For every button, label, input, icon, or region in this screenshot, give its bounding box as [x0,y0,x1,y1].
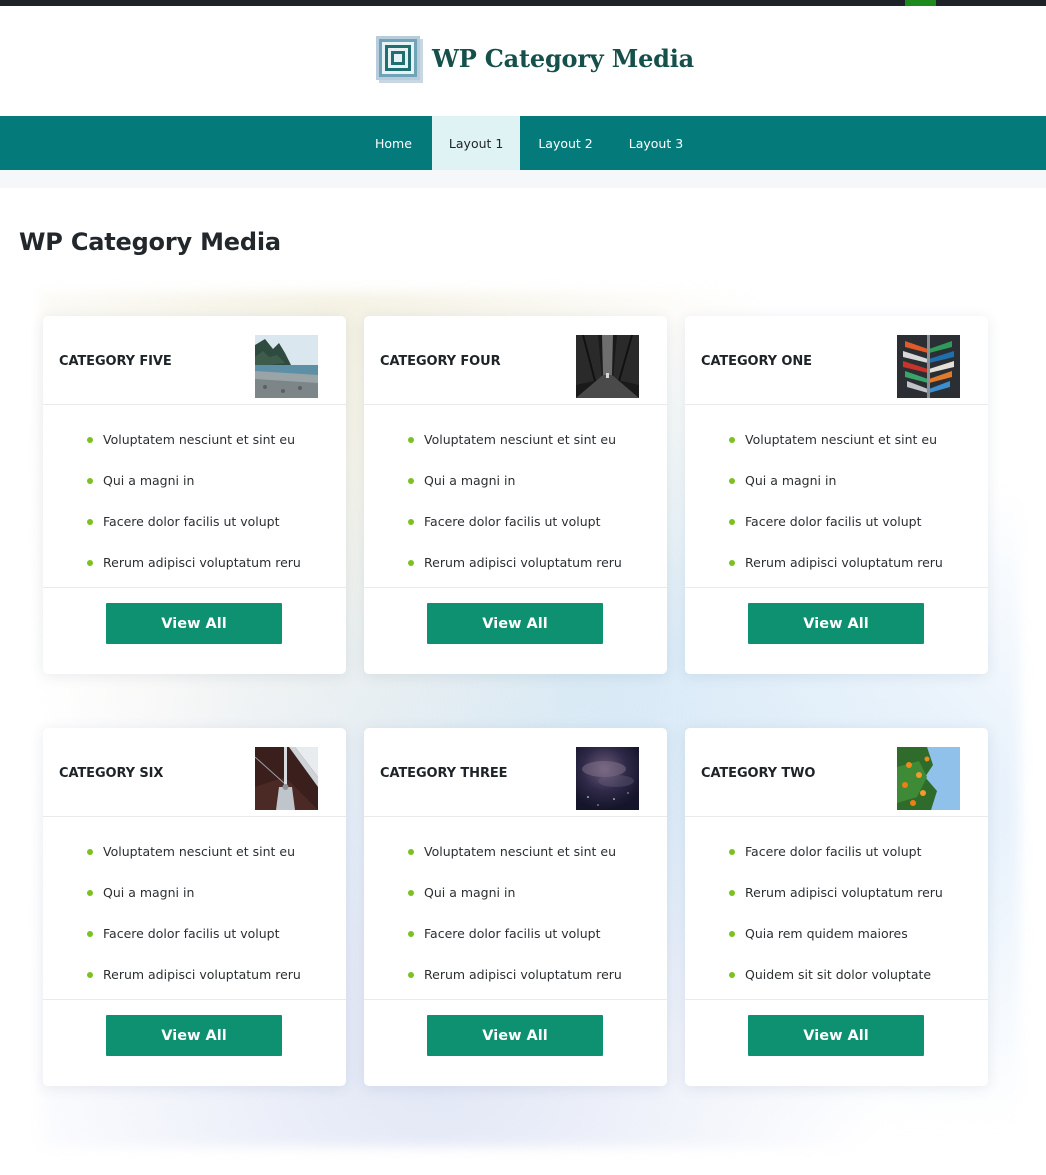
card-title[interactable]: CATEGORY FOUR [380,354,501,369]
bullet-icon [408,972,414,978]
list-item[interactable]: Voluptatem nesciunt et sint eu [408,844,616,859]
list-item[interactable]: Voluptatem nesciunt et sint eu [408,432,616,447]
list-item[interactable]: Facere dolor facilis ut volupt [408,926,601,941]
list-item[interactable]: Qui a magni in [87,885,194,900]
bullet-icon [87,560,93,566]
header-divider-strip [0,170,1046,188]
bullet-icon [87,931,93,937]
nav-item-layout-3[interactable]: Layout 3 [611,116,701,170]
list-item[interactable]: Qui a magni in [87,473,194,488]
logo-mark-icon [376,33,426,83]
bullet-icon [87,519,93,525]
list-item[interactable]: Facere dolor facilis ut volupt [729,514,922,529]
site-logo[interactable]: WP Category Media [376,33,694,83]
bullet-icon [729,972,735,978]
list-item[interactable]: Rerum adipisci voluptatum reru [729,555,943,570]
list-item[interactable]: Qui a magni in [408,473,515,488]
list-item[interactable]: Qui a magni in [408,885,515,900]
view-all-button[interactable]: View All [748,603,924,644]
bullet-icon [87,849,93,855]
category-card-two: CATEGORY TWO Facere dolor facilis ut vol… [685,728,988,1086]
list-item[interactable]: Voluptatem nesciunt et sint eu [87,844,295,859]
category-card-four: CATEGORY FOUR Voluptatem nesciunt et sin… [364,316,667,674]
card-header: CATEGORY TWO [685,728,988,817]
card-item-list: Facere dolor facilis ut volupt Rerum adi… [685,817,988,1000]
bullet-icon [408,519,414,525]
bullet-icon [729,560,735,566]
bullet-icon [87,478,93,484]
nav-item-layout-2[interactable]: Layout 2 [520,116,610,170]
site-header: WP Category Media [0,6,1046,116]
main-nav: Home Layout 1 Layout 2 Layout 3 [0,116,1046,170]
card-title[interactable]: CATEGORY THREE [380,766,508,781]
bullet-icon [87,890,93,896]
beach-coast-image[interactable] [255,335,318,398]
list-item[interactable]: Voluptatem nesciunt et sint eu [87,432,295,447]
card-title[interactable]: CATEGORY FIVE [59,354,172,369]
bullet-icon [408,560,414,566]
view-all-button[interactable]: View All [748,1015,924,1056]
dark-forest-path-image[interactable] [576,335,639,398]
list-item[interactable]: Voluptatem nesciunt et sint eu [729,432,937,447]
bullet-icon [729,437,735,443]
list-item[interactable]: Rerum adipisci voluptatum reru [408,555,622,570]
bullet-icon [408,849,414,855]
card-header: CATEGORY FIVE [43,316,346,405]
category-card-six: CATEGORY SIX Voluptatem nesciunt et sint… [43,728,346,1086]
list-item[interactable]: Rerum adipisci voluptatum reru [729,885,943,900]
view-all-button[interactable]: View All [427,1015,603,1056]
card-title[interactable]: CATEGORY SIX [59,766,163,781]
bullet-icon [408,437,414,443]
bullet-icon [87,437,93,443]
stacked-kayaks-image[interactable] [897,335,960,398]
list-item[interactable]: Rerum adipisci voluptatum reru [87,555,301,570]
category-card-three: CATEGORY THREE Voluptatem nesciunt et si… [364,728,667,1086]
orange-tree-image[interactable] [897,747,960,810]
list-item[interactable]: Facere dolor facilis ut volupt [729,844,922,859]
page-title: WP Category Media [19,228,281,256]
list-item[interactable]: Qui a magni in [729,473,836,488]
bullet-icon [729,890,735,896]
bullet-icon [729,478,735,484]
nav-item-home[interactable]: Home [355,116,432,170]
night-sky-image[interactable] [576,747,639,810]
card-header: CATEGORY THREE [364,728,667,817]
sailboat-mast-image[interactable] [255,747,318,810]
card-header: CATEGORY ONE [685,316,988,405]
bullet-icon [729,931,735,937]
bullet-icon [408,890,414,896]
bullet-icon [729,849,735,855]
card-item-list: Voluptatem nesciunt et sint eu Qui a mag… [364,405,667,588]
list-item[interactable]: Facere dolor facilis ut volupt [87,514,280,529]
view-all-button[interactable]: View All [427,603,603,644]
list-item[interactable]: Rerum adipisci voluptatum reru [408,967,622,982]
view-all-button[interactable]: View All [106,603,282,644]
nav-item-layout-1[interactable]: Layout 1 [431,116,521,170]
card-item-list: Voluptatem nesciunt et sint eu Qui a mag… [43,405,346,588]
bullet-icon [408,931,414,937]
card-title[interactable]: CATEGORY ONE [701,354,812,369]
card-item-list: Voluptatem nesciunt et sint eu Qui a mag… [43,817,346,1000]
view-all-button[interactable]: View All [106,1015,282,1056]
list-item[interactable]: Rerum adipisci voluptatum reru [87,967,301,982]
bullet-icon [729,519,735,525]
bullet-icon [408,478,414,484]
card-item-list: Voluptatem nesciunt et sint eu Qui a mag… [685,405,988,588]
list-item[interactable]: Facere dolor facilis ut volupt [87,926,280,941]
list-item[interactable]: Quia rem quidem maiores [729,926,908,941]
card-header: CATEGORY SIX [43,728,346,817]
category-card-one: CATEGORY ONE Voluptatem nesciunt et sint… [685,316,988,674]
site-title: WP Category Media [432,43,694,73]
list-item[interactable]: Quidem sit sit dolor voluptate [729,967,931,982]
category-card-five: CATEGORY FIVE Voluptatem nesciunt et sin… [43,316,346,674]
bullet-icon [87,972,93,978]
card-item-list: Voluptatem nesciunt et sint eu Qui a mag… [364,817,667,1000]
card-title[interactable]: CATEGORY TWO [701,766,815,781]
card-header: CATEGORY FOUR [364,316,667,405]
list-item[interactable]: Facere dolor facilis ut volupt [408,514,601,529]
